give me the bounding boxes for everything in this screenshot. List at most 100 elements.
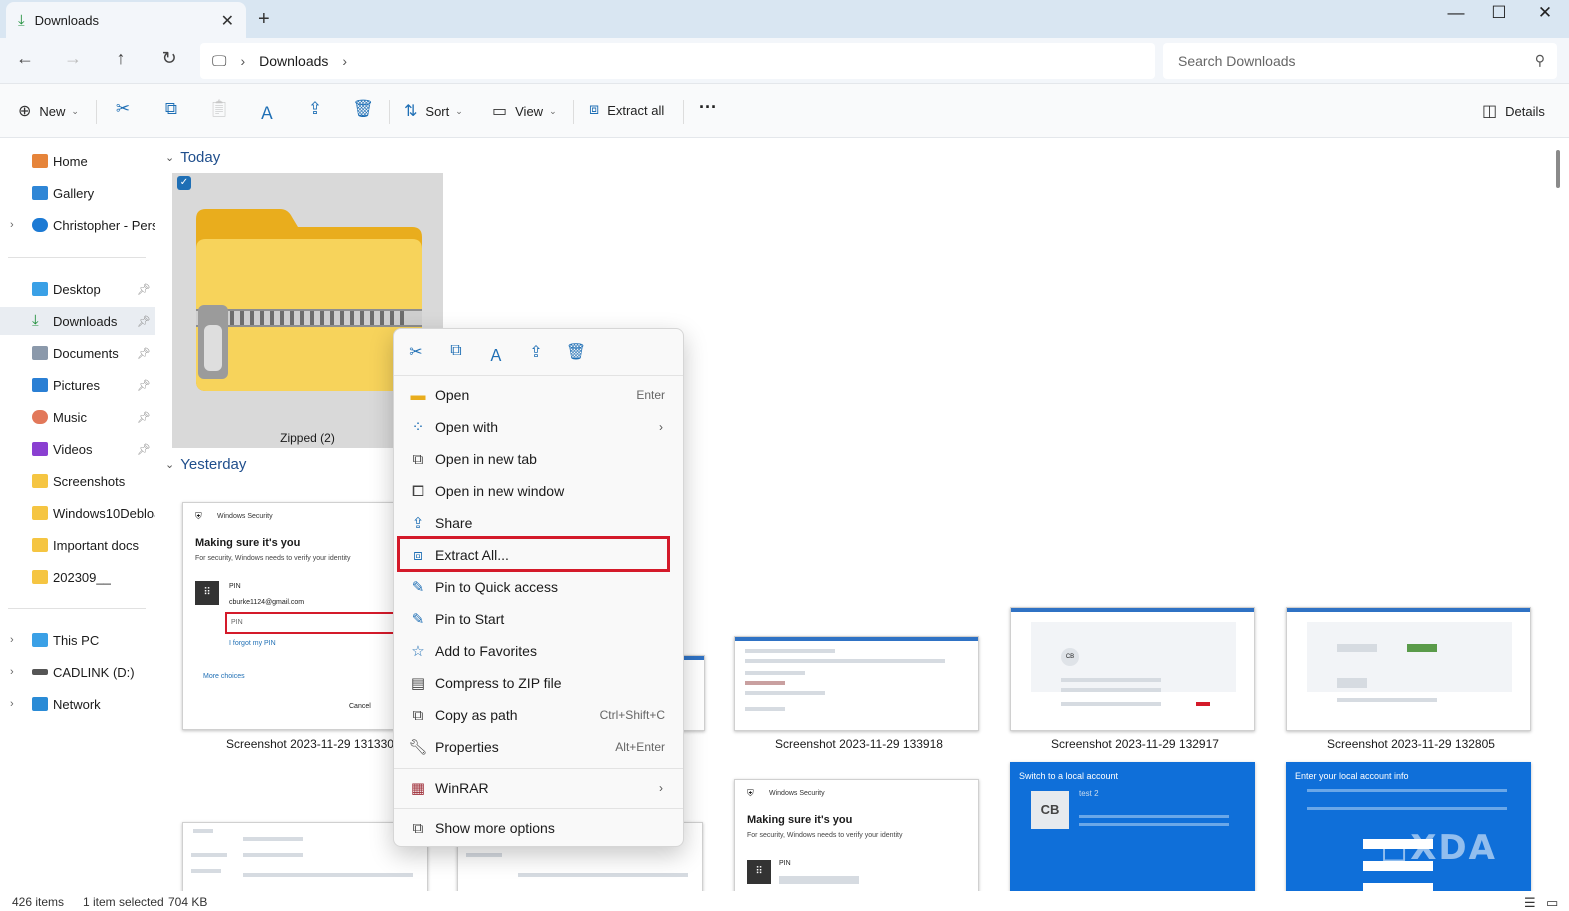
new-window-icon: ⧠: [411, 482, 424, 500]
file-tile-screenshot[interactable]: ⛨ Windows Security Making sure it's you …: [734, 779, 979, 891]
copy-icon[interactable]: ⧉: [159, 99, 183, 119]
selection-size: 704 KB: [168, 895, 208, 909]
details-label: Details: [1505, 103, 1545, 119]
sidebar-item-this-pc[interactable]: › This PC: [0, 626, 155, 654]
download-icon: ⤓: [18, 11, 25, 29]
sidebar-item-gallery[interactable]: Gallery: [0, 179, 155, 207]
chevron-right-icon[interactable]: ›: [10, 666, 14, 678]
menu-item-compress-zip[interactable]: ▤ Compress to ZIP file: [398, 668, 679, 698]
menu-item-open[interactable]: ▬ Open Enter: [398, 380, 679, 410]
tiles-view-icon[interactable]: ▭: [1546, 895, 1558, 911]
cloud-icon: [32, 218, 48, 232]
chevron-right-icon[interactable]: ›: [10, 634, 14, 646]
forward-icon[interactable]: →: [60, 48, 86, 69]
file-tile-screenshot-132917[interactable]: CB: [1010, 607, 1255, 731]
file-tile-screenshot-132805[interactable]: [1286, 607, 1531, 731]
file-name: Screenshot 2023-11-29 132805: [1327, 737, 1495, 751]
menu-item-pin-quick-access[interactable]: ✎ Pin to Quick access: [398, 572, 679, 602]
file-tile-screenshot-133918[interactable]: [734, 636, 979, 731]
sidebar-item-pictures[interactable]: Pictures 📌︎: [0, 371, 155, 399]
computer-icon: 🖵: [212, 52, 227, 70]
sidebar-item-label: Home: [53, 153, 88, 169]
winrar-icon: ▦: [410, 780, 426, 797]
group-header-yesterday[interactable]: ⌄ Yesterday: [165, 456, 246, 473]
file-tile-screenshot[interactable]: Enter your local account info: [1286, 762, 1531, 891]
sidebar-item-cadlink[interactable]: › CADLINK (D:): [0, 658, 155, 686]
apps-icon: ⁘: [411, 419, 425, 436]
chevron-right-icon[interactable]: ›: [10, 698, 14, 710]
more-options-button[interactable]: ···: [699, 97, 717, 118]
paste-icon[interactable]: 📋︎: [207, 99, 231, 119]
menu-item-winrar[interactable]: ▦ WinRAR ›: [398, 773, 679, 803]
star-icon: ☆: [411, 643, 425, 660]
search-input[interactable]: Search Downloads ⚲: [1163, 43, 1557, 79]
checkbox-icon[interactable]: ✓: [177, 176, 191, 190]
chevron-right-icon[interactable]: ›: [10, 219, 14, 231]
menu-item-properties[interactable]: 🔧︎ Properties Alt+Enter: [398, 732, 679, 762]
sidebar-item-screenshots[interactable]: Screenshots: [0, 467, 155, 495]
copy-icon[interactable]: ⧉: [444, 342, 468, 360]
menu-item-open-new-tab[interactable]: ⧉ Open in new tab: [398, 444, 679, 474]
new-tab-button[interactable]: +: [258, 8, 270, 31]
maximize-button[interactable]: ☐: [1484, 3, 1514, 23]
file-tile-screenshot[interactable]: Switch to a local account CB test 2: [1010, 762, 1255, 891]
status-bar: 426 items 1 item selected 704 KB ☰ ▭: [0, 891, 1569, 911]
rename-icon[interactable]: Ａ: [484, 342, 508, 366]
computer-icon: [32, 633, 48, 647]
menu-item-copy-path[interactable]: ⧉ Copy as path Ctrl+Shift+C: [398, 700, 679, 730]
menu-item-label: Open in new tab: [435, 451, 537, 467]
sidebar-item-music[interactable]: Music 📌︎: [0, 403, 155, 431]
sidebar-item-downloads[interactable]: ⤓ Downloads 📌︎: [0, 307, 155, 335]
vertical-scrollbar[interactable]: [1556, 150, 1560, 188]
view-button[interactable]: ▭ View ⌄: [492, 101, 557, 121]
menu-item-add-favorites[interactable]: ☆ Add to Favorites: [398, 636, 679, 666]
thumbnail-text: Making sure it's you: [747, 814, 853, 826]
share-icon[interactable]: ⇪: [303, 99, 327, 119]
tab-downloads[interactable]: ⤓ Downloads ✕: [6, 2, 246, 38]
list-view-icon[interactable]: ☰: [1524, 895, 1536, 911]
sidebar-item-label: This PC: [53, 632, 100, 648]
sidebar-item-network[interactable]: › Network: [0, 690, 155, 718]
zip-icon: ▤: [410, 675, 426, 692]
share-icon[interactable]: ⇪: [524, 342, 548, 362]
sidebar-item-202309[interactable]: 202309__: [0, 563, 155, 591]
search-icon[interactable]: ⚲: [1535, 52, 1545, 69]
sidebar-item-home[interactable]: Home: [0, 147, 155, 175]
file-tile-screenshot[interactable]: [182, 822, 428, 891]
chevron-right-icon[interactable]: ›: [342, 53, 347, 69]
group-header-today[interactable]: ⌄ Today: [165, 149, 220, 166]
sidebar-item-documents[interactable]: Documents 📌︎: [0, 339, 155, 367]
delete-icon[interactable]: 🗑︎: [564, 342, 588, 362]
cut-icon[interactable]: ✂: [111, 99, 135, 119]
menu-item-open-new-window[interactable]: ⧠ Open in new window: [398, 476, 679, 506]
menu-item-show-more-options[interactable]: ⧉ Show more options: [398, 813, 679, 843]
sort-button[interactable]: ⇅ Sort ⌄: [404, 101, 463, 121]
close-window-button[interactable]: ✕: [1530, 3, 1560, 23]
rename-icon[interactable]: Ａ: [255, 99, 279, 124]
file-tile-screenshot-131330[interactable]: ⛨ Windows Security Making sure it's you …: [182, 502, 428, 730]
avatar: CB: [1061, 648, 1079, 666]
sidebar-item-desktop[interactable]: Desktop 📌︎: [0, 275, 155, 303]
up-icon[interactable]: ↑: [108, 48, 134, 69]
delete-icon[interactable]: 🗑︎: [351, 99, 375, 119]
back-icon[interactable]: ←: [12, 48, 38, 69]
details-button[interactable]: ◫ Details: [1482, 101, 1545, 121]
sidebar-item-videos[interactable]: Videos 📌︎: [0, 435, 155, 463]
sidebar-item-label: Network: [53, 696, 101, 712]
sidebar-item-important-docs[interactable]: Important docs: [0, 531, 155, 559]
chevron-right-icon: ›: [659, 420, 663, 434]
minimize-button[interactable]: —: [1441, 3, 1471, 23]
menu-item-share[interactable]: ⇪ Share: [398, 508, 679, 538]
address-bar[interactable]: 🖵 › Downloads ›: [200, 43, 1155, 79]
menu-item-open-with[interactable]: ⁘ Open with ›: [398, 412, 679, 442]
refresh-icon[interactable]: ↻: [156, 48, 182, 69]
sidebar-item-windows10debloat[interactable]: Windows10Debloat: [0, 499, 155, 527]
menu-item-label: Pin to Quick access: [435, 579, 558, 595]
new-button[interactable]: ⊕ New ⌄: [18, 101, 79, 121]
cut-icon[interactable]: ✂: [404, 342, 428, 362]
extract-all-button[interactable]: ⧈ Extract all: [589, 101, 664, 119]
close-tab-icon[interactable]: ✕: [221, 11, 234, 31]
menu-item-pin-start[interactable]: ✎ Pin to Start: [398, 604, 679, 634]
sidebar-item-onedrive[interactable]: › Christopher - Perso: [0, 211, 155, 239]
breadcrumb-downloads[interactable]: Downloads: [259, 53, 328, 69]
